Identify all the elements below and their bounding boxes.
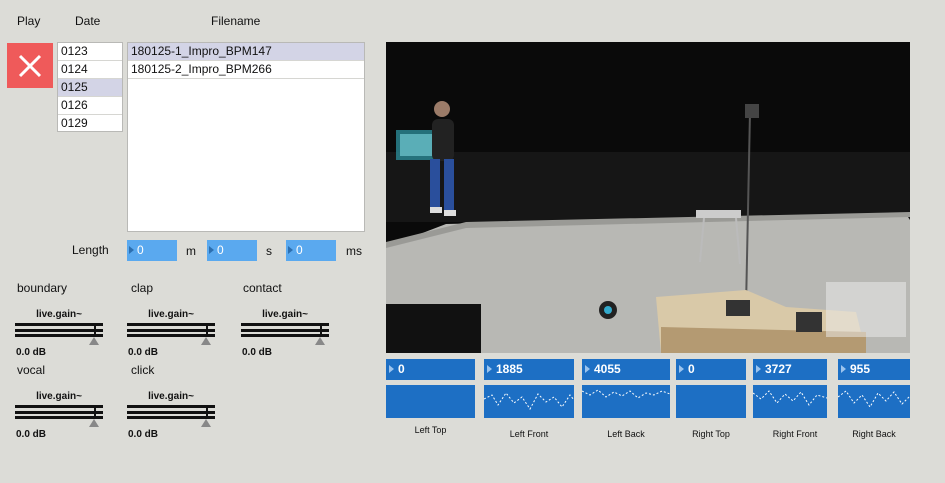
gain-slider-clap[interactable]: live.gain~ (127, 309, 215, 345)
sensor-scope (386, 385, 475, 418)
gain-thumb[interactable] (206, 405, 208, 419)
sensor-value: 0 (398, 362, 405, 376)
gain-value: 0.0 dB (128, 429, 159, 440)
triangle-icon[interactable] (201, 337, 211, 345)
triangle-icon (756, 365, 761, 373)
waveform-trace (483, 392, 575, 410)
waveform-trace (837, 390, 911, 408)
sensor-label: Left Top (414, 425, 447, 435)
meter-bar (241, 323, 329, 326)
sensor-value: 955 (850, 362, 871, 376)
minutes-unit: m (186, 244, 196, 258)
triangle-icon[interactable] (315, 337, 325, 345)
triangle-icon (841, 365, 846, 373)
video-preview (386, 42, 910, 353)
milliseconds-number-box[interactable]: 0 (286, 240, 336, 261)
meter-bar (127, 323, 215, 326)
date-item[interactable]: 0124 (58, 61, 122, 79)
gain-slider-click[interactable]: live.gain~ (127, 391, 215, 427)
sensor-label: Right Top (692, 429, 730, 439)
meter-bar (15, 329, 103, 332)
meter-bar (127, 411, 215, 414)
sensor-number-box[interactable]: 0 (386, 359, 475, 380)
gain-label-click: click (131, 363, 155, 377)
meter-bar (15, 411, 103, 414)
meter-bar (15, 323, 103, 326)
file-item[interactable]: 180125-2_Impro_BPM266 (128, 61, 364, 79)
gain-thumb[interactable] (94, 405, 96, 419)
gain-thumb[interactable] (320, 323, 322, 337)
gain-title: live.gain~ (36, 309, 82, 320)
gain-title: live.gain~ (36, 391, 82, 402)
sensor-number-box[interactable]: 4055 (582, 359, 670, 380)
triangle-icon[interactable] (89, 419, 99, 427)
play-header: Play (17, 14, 41, 28)
sensor-number-box[interactable]: 955 (838, 359, 910, 380)
gain-slider-vocal[interactable]: live.gain~ (15, 391, 103, 427)
gain-thumb[interactable] (206, 323, 208, 337)
close-icon (18, 54, 42, 77)
gain-label-contact: contact (243, 281, 282, 295)
sensor-value: 1885 (496, 362, 523, 376)
gain-slider-boundary[interactable]: live.gain~ (15, 309, 103, 345)
sensor-number-box[interactable]: 1885 (484, 359, 574, 380)
meter-bar (241, 329, 329, 332)
date-item-selected[interactable]: 0125 (58, 79, 122, 97)
length-label: Length (72, 243, 109, 257)
sensor-label: Left Back (607, 429, 645, 439)
sensor-number-box[interactable]: 0 (676, 359, 746, 380)
sensor-scope (581, 385, 671, 418)
play-toggle-button[interactable] (7, 43, 53, 88)
date-list[interactable]: 0123 0124 0125 0126 0129 (57, 42, 123, 132)
triangle-icon (487, 365, 492, 373)
file-item-selected[interactable]: 180125-1_Impro_BPM147 (128, 43, 364, 61)
date-header: Date (75, 14, 101, 28)
gain-title: live.gain~ (262, 309, 308, 320)
gain-label-vocal: vocal (17, 363, 46, 377)
gain-slider-contact[interactable]: live.gain~ (241, 309, 329, 345)
meter-bar (127, 329, 215, 332)
gain-value: 0.0 dB (242, 347, 273, 358)
gain-label-boundary: boundary (17, 281, 68, 295)
sensor-label: Left Front (509, 429, 549, 439)
stage-video-frame (386, 42, 910, 353)
filename-header: Filename (211, 14, 261, 28)
sensor-scope (752, 385, 828, 418)
gain-value: 0.0 dB (16, 429, 47, 440)
date-item[interactable]: 0129 (58, 115, 122, 132)
gain-value: 0.0 dB (128, 347, 159, 358)
gain-title: live.gain~ (148, 309, 194, 320)
sensor-value: 0 (688, 362, 695, 376)
seconds-number-box[interactable]: 0 (207, 240, 257, 261)
sensor-scope (676, 385, 746, 418)
date-item[interactable]: 0126 (58, 97, 122, 115)
gain-thumb[interactable] (94, 323, 96, 337)
sensor-value: 4055 (594, 362, 621, 376)
waveform-trace (752, 390, 828, 406)
triangle-icon (585, 365, 590, 373)
triangle-icon[interactable] (89, 337, 99, 345)
seconds-unit: s (266, 244, 272, 258)
minutes-number-box[interactable]: 0 (127, 240, 177, 261)
date-item[interactable]: 0123 (58, 43, 122, 61)
sensor-number-box[interactable]: 3727 (753, 359, 827, 380)
milliseconds-unit: ms (346, 244, 362, 258)
meter-bar (127, 405, 215, 408)
gain-title: live.gain~ (148, 391, 194, 402)
triangle-icon (389, 365, 394, 373)
waveform-trace (581, 389, 671, 399)
meter-bar (15, 405, 103, 408)
sensor-value: 3727 (765, 362, 792, 376)
sensor-scope (483, 385, 575, 418)
triangle-icon (679, 365, 684, 373)
gain-label-clap: clap (131, 281, 154, 295)
file-list[interactable]: 180125-1_Impro_BPM147 180125-2_Impro_BPM… (127, 42, 365, 232)
triangle-icon[interactable] (201, 419, 211, 427)
sensor-label: Right Front (772, 429, 818, 439)
sensor-scope (837, 385, 911, 418)
sensor-label: Right Back (852, 429, 896, 439)
gain-value: 0.0 dB (16, 347, 47, 358)
